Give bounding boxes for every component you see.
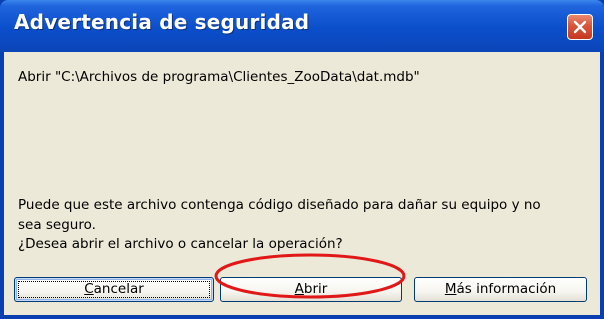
warning-line: ¿Desea abrir el archivo o cancelar la op… bbox=[18, 236, 343, 252]
warning-line: sea seguro. bbox=[18, 216, 96, 233]
close-icon bbox=[573, 20, 587, 34]
close-button[interactable] bbox=[567, 14, 593, 40]
warning-message: Puede que este archivo contenga código d… bbox=[18, 196, 588, 255]
dialog-body: Abrir "C:\Archivos de programa\Clientes_… bbox=[4, 52, 600, 315]
more-info-button[interactable]: Más información bbox=[414, 277, 587, 302]
open-button-label: Abrir bbox=[294, 281, 328, 297]
warning-line: Puede que este archivo contenga código d… bbox=[18, 197, 541, 213]
cancel-button[interactable]: Cancelar bbox=[14, 277, 214, 302]
cancel-button-label: Cancelar bbox=[84, 281, 144, 297]
security-warning-dialog: Advertencia de seguridad Abrir "C:\Archi… bbox=[0, 0, 604, 319]
more-info-button-label: Más información bbox=[444, 281, 557, 297]
file-path-message: Abrir "C:\Archivos de programa\Clientes_… bbox=[18, 69, 420, 85]
title-bar[interactable]: Advertencia de seguridad bbox=[0, 0, 604, 52]
dialog-title: Advertencia de seguridad bbox=[14, 10, 310, 34]
open-button[interactable]: Abrir bbox=[220, 277, 402, 302]
